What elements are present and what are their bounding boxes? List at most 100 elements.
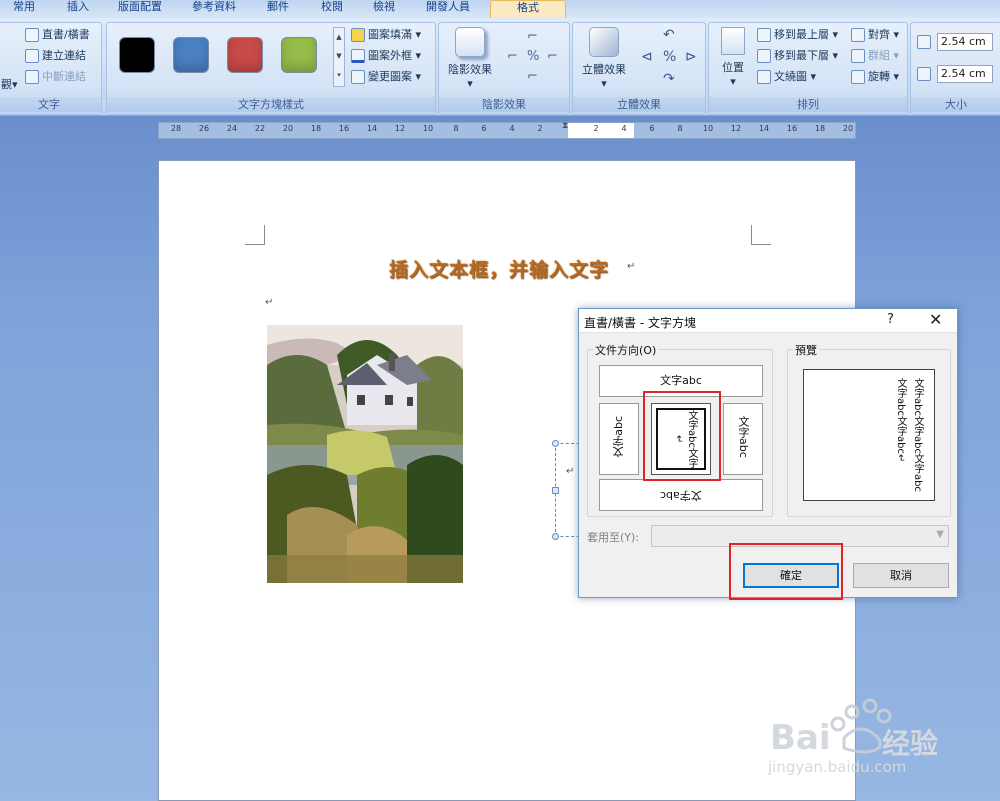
3d-effects-button[interactable]: 立體效果 ▾: [575, 27, 633, 90]
group-button[interactable]: 群組 ▾: [851, 46, 899, 66]
apply-to-label: 套用至(Y):: [587, 531, 640, 544]
group-size: 2.54 cm 2.54 cm 大小: [910, 22, 1000, 115]
tab-developer[interactable]: 開發人員: [416, 0, 480, 18]
group-label-3d: 立體效果: [573, 97, 705, 112]
orientation-upside-down-label: 文字abc: [660, 489, 702, 502]
group-3d: 立體效果 ▾ ↶ ⊲ % ⊳ ↷ 立體效果: [572, 22, 706, 115]
tab-view[interactable]: 檢視: [362, 0, 406, 18]
orientation-horizontal-upside-down[interactable]: 文字abc: [599, 479, 763, 511]
village-painting: [267, 325, 463, 583]
send-to-back-button[interactable]: 移到最下層 ▾: [757, 46, 838, 66]
orientation-vertical-bottom-to-top[interactable]: 文字abc: [599, 403, 639, 475]
group-text: 觀▾ 直書/橫書 建立連結 中斷連結 文字: [0, 22, 102, 115]
ruler-number: 6: [649, 124, 655, 133]
create-link-button[interactable]: 建立連結: [25, 46, 86, 66]
preview-label: 預覽: [793, 342, 819, 358]
ruler-number: 8: [677, 124, 683, 133]
group-label-shadow: 陰影效果: [439, 97, 569, 112]
close-icon[interactable]: ✕: [929, 310, 942, 329]
tab-insert[interactable]: 插入: [58, 0, 98, 18]
horizontal-ruler[interactable]: 28 26 24 22 20 18 16 14 12 10 8 6 4 2 2 4 6 8 10 12 14 16 18 20…: [158, 121, 856, 139]
group-label-arrange: 排列: [709, 97, 907, 112]
ruler-number: 6: [481, 124, 487, 133]
ruler-number: 20: [842, 124, 854, 133]
margin-corner-tl: [245, 225, 265, 245]
shape-height-icon: [917, 35, 931, 49]
ruler-number: 24: [226, 124, 238, 133]
tilt-up-icon[interactable]: ↶: [663, 27, 675, 43]
tab-mailings[interactable]: 郵件: [256, 0, 300, 18]
orientation-vertical-rotated-label: 文字abc: [737, 416, 750, 458]
nudge-left-icon[interactable]: ⌐: [507, 49, 518, 64]
resize-handle-left[interactable]: [552, 487, 559, 494]
group-textbox-styles: ▲ ▼ ▾ 圖案填滿 ▾ 圖案外框 ▾ 變更圖案 ▾ 文字方塊樣式: [106, 22, 436, 115]
tilt-down-icon[interactable]: ↷: [663, 71, 675, 87]
highlight-box-ok: [729, 543, 843, 600]
style-swatch-red[interactable]: [227, 37, 263, 73]
text-wrap-button[interactable]: 文繞圖 ▾: [757, 67, 816, 87]
ruler-number: 4: [509, 124, 515, 133]
group-icon: [851, 49, 865, 63]
tab-format[interactable]: 格式: [490, 0, 566, 18]
text-direction-icon: [25, 28, 39, 42]
3d-toggle-icon[interactable]: %: [663, 49, 676, 65]
tab-page-layout[interactable]: 版面配置: [108, 0, 172, 18]
tilt-left-icon[interactable]: ⊲: [641, 49, 653, 65]
nudge-up-icon[interactable]: ⌐: [527, 29, 538, 44]
break-link-icon: [25, 70, 39, 84]
indent-marker-icon[interactable]: ⧗: [562, 121, 568, 131]
ruler-number: 14: [366, 124, 378, 133]
style-swatch-blue[interactable]: [173, 37, 209, 73]
tab-home[interactable]: 常用: [2, 0, 46, 18]
baidu-watermark: Bai 经验 jingyan.baidu.com: [766, 692, 966, 782]
tab-review[interactable]: 校閱: [310, 0, 354, 18]
resize-handle-top-left[interactable]: [552, 440, 559, 447]
shape-width-icon: [917, 67, 931, 81]
position-button[interactable]: 位置 ▾: [713, 27, 753, 88]
preview-text: 文字abc文字abc文字abc文字abc文字abc↵: [895, 378, 923, 492]
text-wrap-icon: [757, 70, 771, 84]
style-swatch-green[interactable]: [281, 37, 317, 73]
resize-handle-bottom-left[interactable]: [552, 533, 559, 540]
shape-width-input[interactable]: 2.54 cm: [937, 65, 993, 83]
3d-tilt-controls[interactable]: ↶ ⊲ % ⊳ ↷: [639, 27, 701, 89]
margin-corner-tr: [751, 225, 771, 245]
dialog-title-bar[interactable]: 直書/橫書 - 文字方塊 ? ✕: [579, 309, 957, 333]
nudge-right-icon[interactable]: ⌐: [547, 49, 558, 64]
tab-references[interactable]: 參考資料: [182, 0, 246, 18]
help-icon[interactable]: ?: [887, 312, 894, 327]
text-direction-button[interactable]: 直書/橫書: [25, 25, 90, 45]
break-link-button[interactable]: 中斷連結: [25, 67, 86, 87]
shape-fill-button[interactable]: 圖案填滿 ▾: [351, 25, 421, 45]
style-gallery-scroll[interactable]: ▲ ▼ ▾: [333, 27, 345, 87]
ruler-number: 4: [621, 124, 627, 133]
orientation-vertical-rotated[interactable]: 文字abc: [723, 403, 763, 475]
rotate-icon: [851, 70, 865, 84]
shadow-toggle-icon[interactable]: %: [527, 49, 539, 64]
ruler-number: 8: [453, 124, 459, 133]
text-box-paragraph-mark: ↵: [566, 466, 575, 477]
chevron-down-icon: ▼: [936, 529, 944, 540]
inserted-picture[interactable]: [267, 325, 463, 583]
rotate-button[interactable]: 旋轉 ▾: [851, 67, 899, 87]
shadow-nudge-controls[interactable]: ⌐ ⌐ % ⌐ ⌐: [505, 29, 565, 89]
style-swatch-black[interactable]: [119, 37, 155, 73]
highlight-box-orientation: [643, 391, 721, 481]
bring-to-front-button[interactable]: 移到最上層 ▾: [757, 25, 838, 45]
ruler-number: 14: [758, 124, 770, 133]
nudge-down-icon[interactable]: ⌐: [527, 69, 538, 84]
shape-icon: [351, 70, 365, 84]
send-back-icon: [757, 49, 771, 63]
ruler-number: 22: [254, 124, 266, 133]
document-heading[interactable]: 插入文本框，并输入文字: [389, 255, 609, 282]
align-button[interactable]: 對齊 ▾: [851, 25, 899, 45]
preview-box: 文字abc文字abc文字abc文字abc文字abc↵: [803, 369, 935, 501]
shape-height-input[interactable]: 2.54 cm: [937, 33, 993, 51]
shadow-icon: [455, 27, 485, 57]
ruler-number: 10: [422, 124, 434, 133]
change-shape-button[interactable]: 變更圖案 ▾: [351, 67, 421, 87]
shadow-effects-button[interactable]: 陰影效果 ▾: [441, 27, 499, 90]
tilt-right-icon[interactable]: ⊳: [685, 49, 697, 65]
shape-outline-button[interactable]: 圖案外框 ▾: [351, 46, 421, 66]
cancel-button[interactable]: 取消: [853, 563, 949, 588]
